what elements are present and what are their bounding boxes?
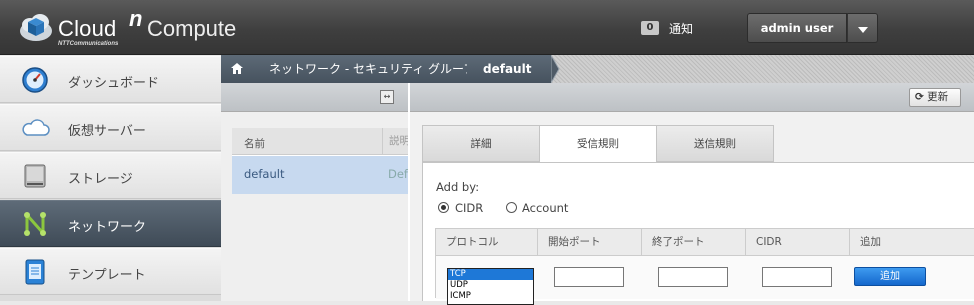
sidebar-item-label: ダッシュボード	[68, 76, 160, 91]
column-header-cidr: CIDR	[746, 229, 850, 256]
table-header: 名前 説明	[232, 128, 408, 155]
brand-compute-text: Compute	[147, 16, 237, 41]
tab-egress-rules[interactable]: 送信規則	[656, 125, 774, 162]
protocol-option-udp[interactable]: UDP	[448, 280, 533, 291]
security-group-list: 名前 説明 default Defa	[221, 112, 408, 301]
table-row[interactable]: default Defa	[232, 156, 408, 194]
brand-n-text: n	[129, 6, 143, 31]
sidebar-item-virtual-servers[interactable]: 仮想サーバー	[0, 104, 221, 151]
breadcrumb-separator	[551, 55, 560, 83]
chevron-down-icon[interactable]	[847, 13, 878, 43]
network-icon	[24, 212, 46, 236]
sidebar-item-network[interactable]: ネットワーク	[0, 200, 221, 247]
sidebar-item-label: ストレージ	[68, 172, 133, 187]
top-bar: Cloud n Compute NTTCommunications 0 通知 a…	[0, 0, 974, 55]
detail-toolbar: ⟳ 更新	[410, 83, 974, 112]
cidr-input[interactable]	[762, 267, 832, 287]
refresh-label: 更新	[927, 91, 949, 103]
radio-account-label[interactable]: Account	[522, 201, 568, 215]
start-port-input[interactable]	[554, 267, 624, 287]
sidebar-item-label: ネットワーク	[68, 220, 147, 235]
template-icon	[25, 259, 45, 285]
protocol-select[interactable]: TCP UDP ICMP	[447, 268, 534, 305]
breadcrumb-current: default	[467, 55, 551, 83]
detail-panel: 詳細 受信規則 送信規則 Add by: CIDR Account プロトコル …	[410, 112, 974, 305]
radio-cidr-label[interactable]: CIDR	[455, 201, 483, 215]
refresh-icon: ⟳	[915, 91, 924, 103]
hard-drive-icon	[24, 164, 46, 188]
column-header-start-port: 開始ポート	[538, 229, 642, 256]
home-icon	[231, 63, 243, 74]
rule-input-row: TCP UDP ICMP 追加	[436, 256, 974, 305]
protocol-option-tcp[interactable]: TCP	[448, 269, 533, 280]
column-header-end-port: 終了ポート	[642, 229, 746, 256]
list-toolbar: ↔	[221, 83, 408, 112]
security-group-table: 名前 説明 default Defa	[232, 128, 408, 194]
cloud-icon	[22, 119, 50, 136]
breadcrumb-home[interactable]	[221, 55, 255, 83]
breadcrumb: ネットワーク - セキュリティ グループ default	[221, 55, 974, 83]
tab-ingress-rules[interactable]: 受信規則	[539, 125, 657, 163]
tab-details[interactable]: 詳細	[422, 125, 540, 162]
add-by-label: Add by:	[436, 180, 480, 194]
end-port-input[interactable]	[658, 267, 728, 287]
breadcrumb-section[interactable]: ネットワーク - セキュリティ グループ	[255, 55, 475, 83]
column-header-description[interactable]: 説明	[382, 128, 408, 155]
sidebar-item-label: 仮想サーバー	[68, 124, 146, 139]
brand-subtitle: NTTCommunications	[58, 41, 119, 47]
cloud-cube-logo-icon	[20, 14, 52, 41]
sidebar: ダッシュボード 仮想サーバー ストレージ ネットワーク テンプレート	[0, 56, 221, 301]
protocol-option-icmp[interactable]: ICMP	[448, 291, 533, 302]
add-rule-button[interactable]: 追加	[854, 267, 926, 286]
refresh-button[interactable]: ⟳ 更新	[909, 88, 961, 107]
user-menu-button[interactable]: admin user	[747, 13, 847, 43]
radio-account[interactable]	[506, 202, 517, 213]
rules-table-header: プロトコル 開始ポート 終了ポート CIDR 追加	[436, 229, 974, 256]
dashboard-gauge-icon	[22, 67, 48, 93]
ingress-rules-content: Add by: CIDR Account プロトコル 開始ポート 終了ポート C…	[422, 162, 974, 305]
brand-cloud-text: Cloud	[58, 16, 117, 41]
column-header-protocol: プロトコル	[436, 229, 538, 256]
rules-table: プロトコル 開始ポート 終了ポート CIDR 追加 TCP UDP ICMP 追…	[435, 228, 974, 305]
sidebar-item-storage[interactable]: ストレージ	[0, 152, 221, 199]
sidebar-item-dashboard[interactable]: ダッシュボード	[0, 56, 221, 103]
expand-collapse-icon[interactable]: ↔	[380, 90, 394, 104]
column-header-name[interactable]: 名前	[244, 136, 265, 151]
radio-cidr[interactable]	[438, 202, 449, 213]
sidebar-item-label: テンプレート	[68, 268, 146, 283]
sidebar-item-templates[interactable]: テンプレート	[0, 248, 221, 295]
notification-count-badge[interactable]: 0	[641, 21, 659, 35]
column-header-add: 追加	[860, 236, 881, 248]
row-name: default	[244, 167, 285, 181]
row-description: Defa	[388, 167, 408, 181]
notification-link[interactable]: 通知	[669, 20, 693, 37]
